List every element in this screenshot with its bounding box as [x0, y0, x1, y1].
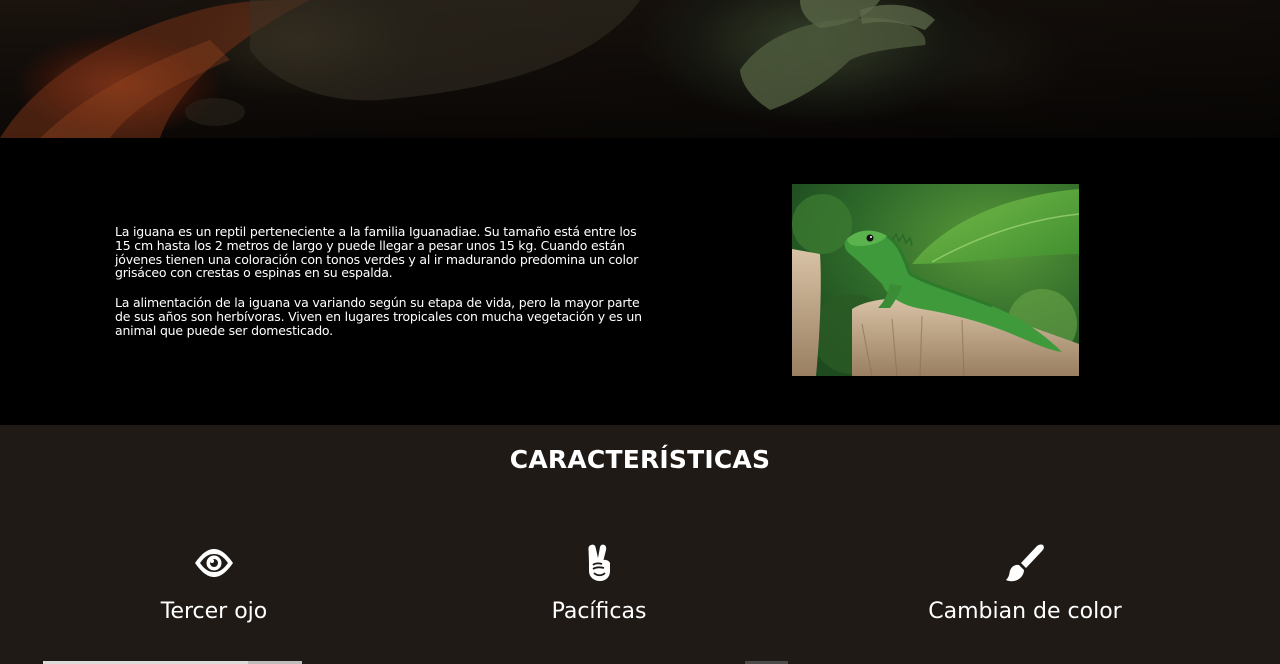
- intro-text: La iguana es un reptil perteneciente a l…: [115, 225, 645, 354]
- intro-paragraph-1: La iguana es un reptil perteneciente a l…: [115, 224, 639, 281]
- feature-item-cambian-de-color: Cambian de color: [875, 543, 1175, 633]
- green-iguana-photo: [792, 184, 1079, 376]
- feature-label: Tercer ojo: [160, 599, 268, 624]
- feature-label: Cambian de color: [928, 599, 1122, 624]
- intro-paragraph-2: La alimentación de la iguana va variando…: [115, 295, 642, 338]
- feature-item-pacificas: Pacíficas: [449, 543, 749, 633]
- intro-section: La iguana es un reptil perteneciente a l…: [0, 138, 1280, 425]
- hero-banner-image: [0, 0, 1280, 138]
- feature-label: Pacíficas: [551, 599, 647, 624]
- paint-brush-icon: [1005, 543, 1045, 583]
- eye-icon: [194, 543, 234, 583]
- peace-hand-icon: [579, 543, 619, 583]
- features-section: CARACTERÍSTICAS Tercer ojo Pacíficas Cam…: [0, 425, 1280, 664]
- feature-item-tercer-ojo: Tercer ojo: [64, 543, 364, 633]
- features-title: CARACTERÍSTICAS: [509, 445, 771, 474]
